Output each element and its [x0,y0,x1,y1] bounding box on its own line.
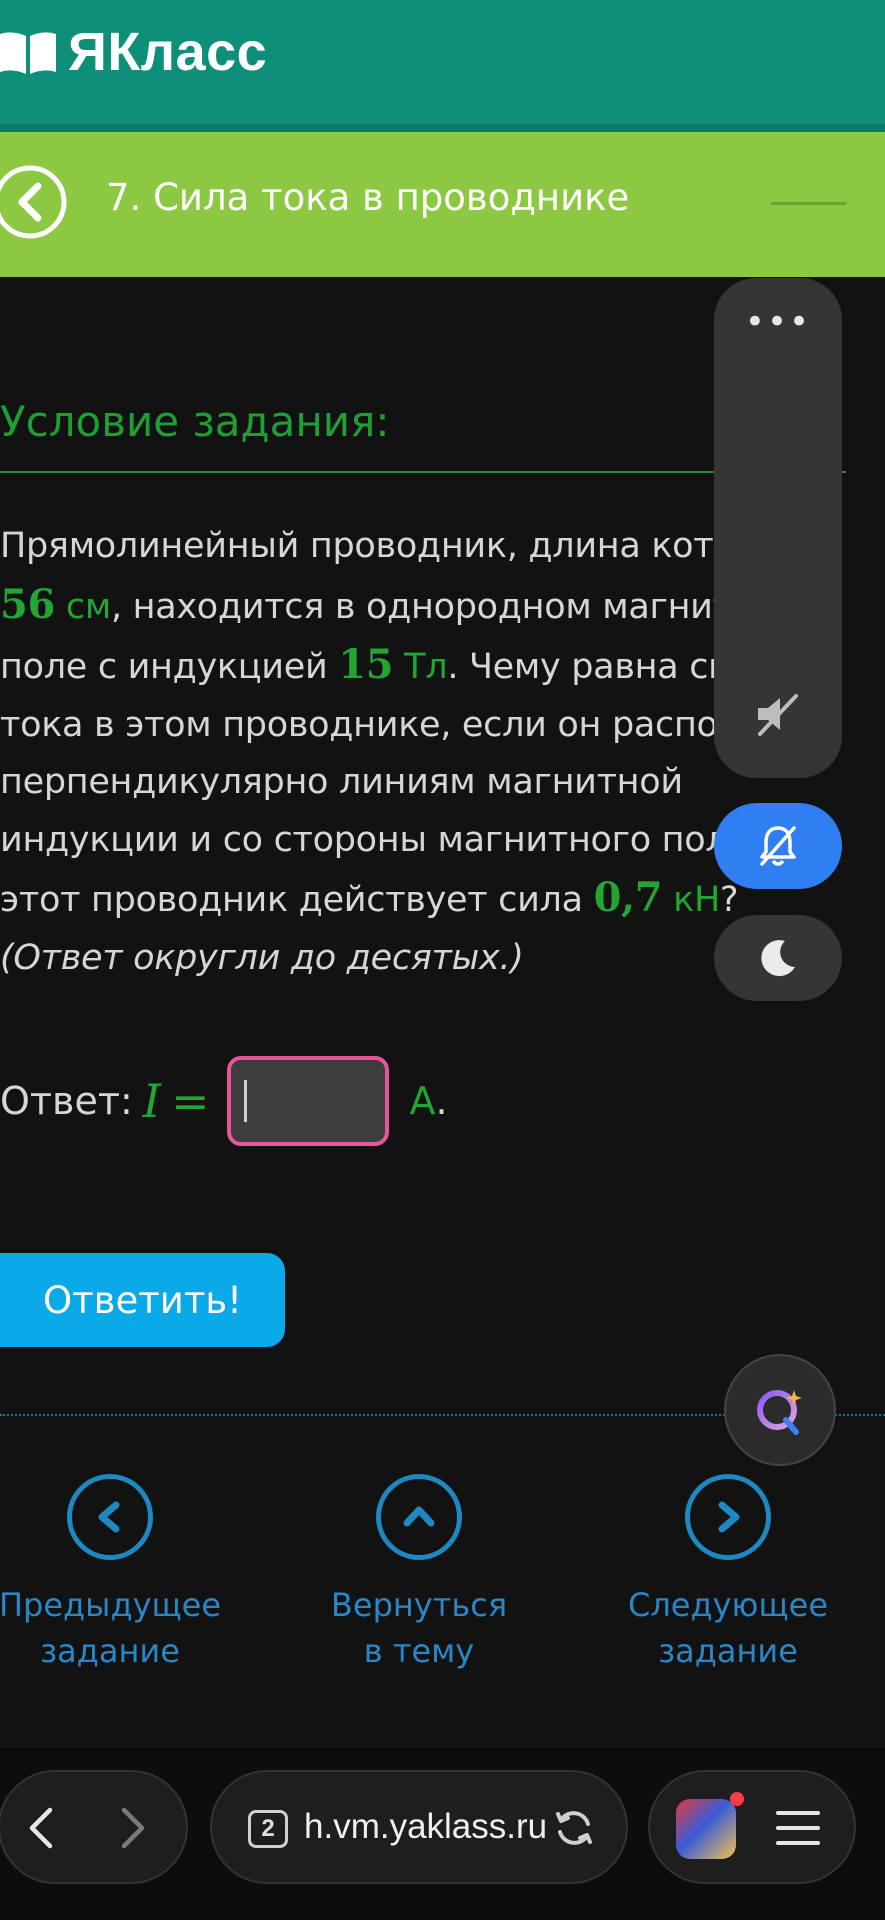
profile-avatar[interactable] [676,1799,736,1859]
url-text[interactable]: h.vm.yaklass.ru [304,1807,547,1847]
next-task-label: Следующее задание [598,1582,858,1674]
assistant-icon [757,1390,802,1435]
prev-task-link[interactable]: Предыдущее задание [0,1474,240,1674]
notification-dot [730,1792,744,1806]
menu-group [648,1770,856,1884]
sound-off-icon[interactable] [752,688,804,740]
problem-text-part: Прямолинейный проводник, длина которого [0,526,817,566]
dark-mode-button[interactable] [714,915,842,1001]
floating-side-panel: ••• [714,278,842,778]
notifications-off-button[interactable] [714,803,842,889]
condition-heading: Условие задания: [0,397,390,446]
rounding-note: (Ответ округли до десятых.) [0,937,524,978]
site-header: ЯКласс [0,0,885,124]
header-divider [0,124,885,132]
back-to-topic-label-line: Вернуться [330,1586,508,1624]
history-nav-group [0,1770,188,1884]
more-options-icon[interactable]: ••• [714,302,842,342]
back-to-topic-label: Вернуться в тему [289,1582,549,1674]
submit-button[interactable]: Ответить! [0,1253,285,1347]
answer-equals: = [170,1074,210,1128]
back-to-topic-label-line: в тему [363,1632,475,1670]
prev-task-label-line: Предыдущее [0,1586,222,1624]
force-value: 0,7 [593,874,663,921]
progress-line [771,202,846,205]
tab-count-badge[interactable]: 2 [248,1810,288,1848]
bell-off-icon [760,826,796,866]
reload-icon[interactable] [552,1806,596,1850]
browser-forward-icon[interactable] [112,1806,152,1850]
lesson-title: 7. Сила тока в проводнике [106,176,630,219]
force-unit: кН [673,880,720,920]
answer-row: Ответ: I = А. [0,1055,448,1147]
back-to-topic-link[interactable]: Вернуться в тему [289,1474,549,1674]
text-caret [244,1080,248,1122]
length-unit: см [65,586,111,627]
next-task-link[interactable]: Следующее задание [598,1474,858,1674]
answer-label: Ответ: [0,1079,133,1123]
lesson-bar: 7. Сила тока в проводнике [0,132,885,277]
next-task-label-line: Следующее [628,1586,828,1624]
chevron-left-icon [67,1474,153,1560]
prev-task-label: Предыдущее задание [0,1582,240,1674]
assistant-fab[interactable] [724,1354,836,1466]
answer-dot: . [435,1079,448,1123]
browser-back-icon[interactable] [22,1806,62,1850]
answer-input[interactable] [227,1056,390,1146]
problem-text-part: ? [720,880,739,920]
yaklass-logo[interactable]: ЯКласс [0,22,267,82]
answer-unit: А [409,1079,436,1123]
prev-task-label-line: задание [40,1632,180,1670]
induction-value: 15 [338,641,394,688]
address-bar[interactable]: 2 h.vm.yaklass.ru [210,1770,628,1884]
chevron-right-icon [685,1474,771,1560]
hamburger-menu-icon[interactable] [775,1808,821,1848]
book-icon [0,32,56,74]
answer-variable: I [142,1074,161,1128]
chevron-up-icon [376,1474,462,1560]
browser-toolbar: 2 h.vm.yaklass.ru [0,1748,885,1920]
induction-unit: Тл [404,647,448,687]
logo-text: ЯКласс [68,22,268,82]
length-value: 56 [0,580,56,628]
moon-icon [761,940,795,977]
next-task-label-line: задание [658,1632,798,1670]
back-arrow-icon[interactable] [0,162,68,242]
